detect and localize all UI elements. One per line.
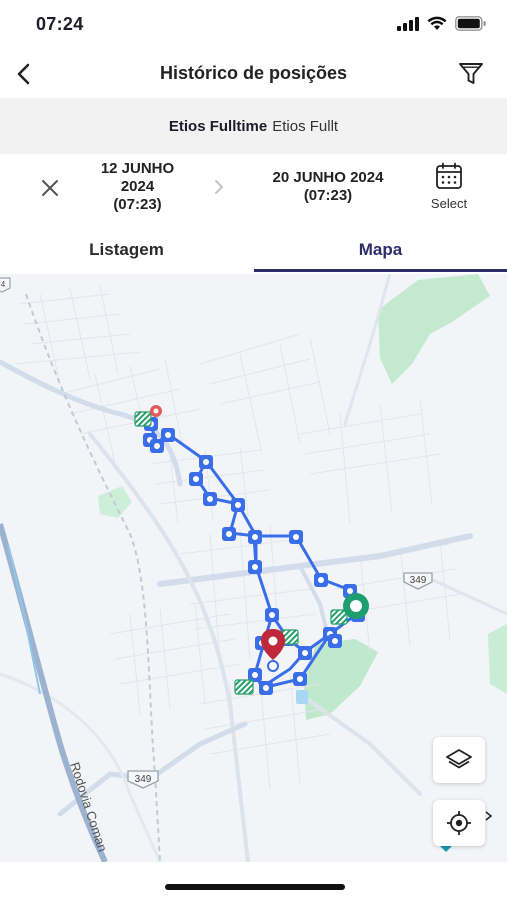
- page-title: Histórico de posições: [159, 63, 348, 83]
- start-date-time: (07:23): [113, 196, 162, 213]
- close-icon: [42, 180, 58, 196]
- map-layers-button[interactable]: [433, 737, 485, 783]
- highway-badge-number: 349: [135, 774, 152, 785]
- park-area: [488, 624, 507, 694]
- screen: 07:24 Histórico de posições Etios Fullti…: [0, 0, 507, 900]
- route-point-marker[interactable]: [248, 560, 262, 574]
- route-point-marker[interactable]: [293, 672, 307, 686]
- locate-icon: [447, 811, 471, 835]
- tab-mapa[interactable]: Mapa: [254, 226, 507, 274]
- river: [7, 543, 41, 695]
- route-point-marker[interactable]: [222, 527, 236, 541]
- water-area: [296, 690, 308, 704]
- filter-button[interactable]: [455, 58, 487, 90]
- route-point-marker[interactable]: [314, 573, 328, 587]
- highway-badge-number: 4: [1, 280, 6, 289]
- route-point-marker[interactable]: [259, 681, 273, 695]
- select-label: Select: [430, 196, 468, 211]
- route-point-marker[interactable]: [298, 646, 312, 660]
- rodovia-label: Rodovia Coman: [67, 760, 110, 853]
- park-area: [378, 274, 490, 384]
- highway-badge-number: 349: [410, 575, 427, 586]
- active-tab-indicator: [254, 269, 507, 272]
- layers-icon: [446, 749, 472, 769]
- chevron-right-icon: [215, 180, 223, 194]
- end-date[interactable]: 20 JUNHO 2024 (07:23): [248, 169, 408, 205]
- route-point-marker[interactable]: [161, 428, 175, 442]
- chevron-right-icon: [485, 811, 493, 821]
- highway-badge: 4: [0, 277, 11, 293]
- start-date[interactable]: 12 JUNHO 2024 (07:23): [80, 160, 195, 214]
- clear-dates-button[interactable]: [36, 174, 64, 202]
- wifi-icon: [427, 16, 447, 30]
- vehicle-bar[interactable]: Etios Fulltime Etios Fullt: [0, 98, 507, 154]
- end-date-time: (07:23): [303, 187, 353, 204]
- vehicle-plate: Etios Fullt: [272, 117, 339, 135]
- route-point-marker[interactable]: [189, 472, 203, 486]
- tab-listagem[interactable]: Listagem: [0, 226, 253, 274]
- status-time: 07:24: [36, 14, 84, 34]
- end-date-day: 20 JUNHO 2024: [272, 169, 384, 186]
- stop-marker[interactable]: [134, 411, 152, 427]
- event-marker-center: [153, 408, 159, 414]
- my-location-button[interactable]: [433, 800, 485, 846]
- route-point-marker[interactable]: [289, 530, 303, 544]
- map-view[interactable]: Rodovia Coman 349 349 4: [0, 274, 507, 862]
- route-point-marker[interactable]: [231, 498, 245, 512]
- stop-marker[interactable]: [234, 679, 254, 695]
- start-date-day: 12 JUNHO: [100, 160, 175, 177]
- date-range: 12 JUNHO 2024 (07:23) 20 JUNHO 2024 (07:…: [0, 154, 507, 226]
- route-point-marker[interactable]: [328, 634, 342, 648]
- home-indicator: [165, 884, 345, 890]
- end-position-pin[interactable]: [261, 629, 285, 672]
- filter-icon: [459, 63, 483, 84]
- app-header: Histórico de posições: [0, 50, 507, 98]
- route-point-marker[interactable]: [203, 492, 217, 506]
- start-position-pin[interactable]: [343, 593, 369, 619]
- vehicle-name: Etios Fulltime: [168, 117, 268, 135]
- park-area: [304, 639, 378, 720]
- compass-indicator: [440, 846, 452, 852]
- highway-badge: 349: [127, 770, 159, 789]
- route-point-marker[interactable]: [199, 455, 213, 469]
- start-date-year: 2024: [120, 178, 155, 195]
- route-point-marker[interactable]: [265, 608, 279, 622]
- signal-icon: [397, 16, 419, 31]
- select-date-button[interactable]: Select: [418, 162, 480, 218]
- map-canvas[interactable]: Rodovia Coman 349 349 4: [0, 274, 507, 862]
- calendar-icon: [436, 162, 462, 189]
- status-bar: 07:24: [0, 0, 507, 50]
- status-icons: [397, 16, 487, 31]
- highway-badge: 349: [403, 572, 433, 590]
- tab-bar: Listagem Mapa: [0, 226, 507, 274]
- battery-icon: [455, 16, 486, 31]
- route-point-marker[interactable]: [248, 530, 262, 544]
